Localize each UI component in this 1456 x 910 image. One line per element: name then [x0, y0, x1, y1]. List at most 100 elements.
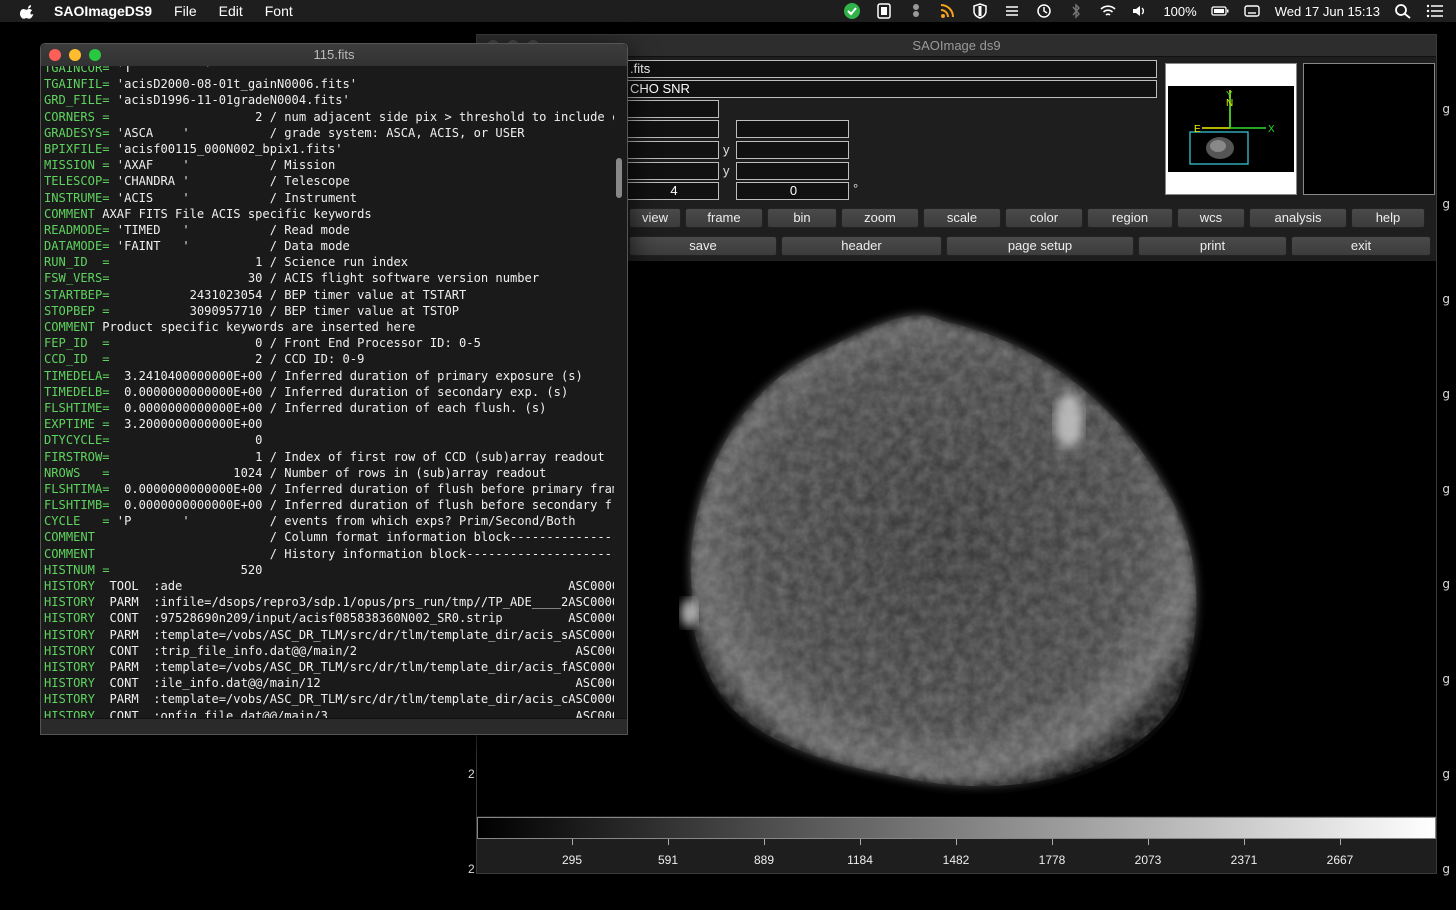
panner-label-n: N: [1226, 98, 1233, 109]
exit-button[interactable]: exit: [1291, 236, 1431, 256]
colorbar-tick-label: 295: [561, 853, 583, 867]
fits-header-line: FLSHTIME= 0.0000000000000E+00 / Inferred…: [44, 400, 614, 416]
fits-header-line: GRADESYS= 'ASCA ' / grade system: ASCA, …: [44, 125, 614, 141]
shield-icon[interactable]: [971, 3, 989, 19]
menu-edit[interactable]: Edit: [219, 3, 243, 19]
apple-icon[interactable]: [20, 3, 36, 19]
wcs-button[interactable]: wcs: [1177, 208, 1245, 228]
scrollbar-thumb[interactable]: [616, 158, 622, 198]
fits-header-window: 115.fits TGAINCOR= 'T ' TGAINFIL= 'acisD2…: [40, 43, 628, 735]
fits-titlebar[interactable]: 115.fits: [41, 44, 627, 66]
horizontal-scrollbar[interactable]: [41, 718, 627, 734]
notes-icon[interactable]: [875, 3, 893, 19]
zoom-icon[interactable]: [89, 49, 101, 61]
fits-header-line: INSTRUME= 'ACIS ' / Instrument: [44, 190, 614, 206]
fits-header-line: HISTORY PARM :infile=/dsops/repro3/sdp.1…: [44, 594, 614, 610]
header-button[interactable]: header: [781, 236, 942, 256]
fits-value: 'TIMED ' / Read mode: [109, 222, 350, 237]
tools-icon[interactable]: [1003, 3, 1021, 19]
menu-bar: SAOImageDS9 File Edit Font 100% Wed 17 J…: [0, 0, 1456, 22]
fits-keyword: FIRSTROW=: [44, 449, 110, 464]
fits-value: 1024 / Number of rows in (sub)array read…: [109, 465, 547, 480]
fits-header-text[interactable]: TGAINCOR= 'T ' TGAINFIL= 'acisD2000-08-01…: [44, 66, 614, 718]
ds9-title: SAOImage ds9: [912, 38, 1001, 53]
bg-glyph: g: [1442, 767, 1450, 781]
help-button[interactable]: help: [1351, 208, 1425, 228]
fits-keyword: FLSHTIMB=: [44, 498, 110, 513]
fits-header-line: HISTORY PARM :template=/vobs/ASC_DR_TLM/…: [44, 627, 614, 643]
frame-button[interactable]: frame: [685, 208, 763, 228]
wifi-icon[interactable]: [1099, 3, 1117, 19]
rss-icon[interactable]: [939, 3, 957, 19]
minimize-icon[interactable]: [69, 49, 81, 61]
degree-symbol: °: [853, 181, 859, 196]
save-button[interactable]: save: [629, 236, 777, 256]
app-menu-name[interactable]: SAOImageDS9: [54, 3, 152, 19]
colorbar-tick-label: 889: [753, 853, 775, 867]
bluetooth-icon[interactable]: [1067, 3, 1085, 19]
control-center-icon[interactable]: [1426, 3, 1444, 19]
scale-button[interactable]: scale: [923, 208, 1001, 228]
bin-button[interactable]: bin: [767, 208, 837, 228]
analysis-button[interactable]: analysis: [1249, 208, 1347, 228]
region-button[interactable]: region: [1087, 208, 1173, 228]
y-label: y: [723, 142, 730, 157]
view-button[interactable]: view: [629, 208, 681, 228]
bg-glyph: g: [1442, 387, 1450, 401]
volume-icon[interactable]: [1131, 3, 1149, 19]
wcs-alt-field: [736, 120, 849, 138]
menu-font[interactable]: Font: [265, 3, 293, 19]
colorbar-tick-label: 2371: [1230, 853, 1258, 867]
value-field: [627, 100, 719, 118]
fits-header-line: HISTORY CONT :ile_info.dat@@/main/12 ASC…: [44, 675, 614, 691]
clock[interactable]: Wed 17 Jun 15:13: [1275, 4, 1380, 19]
fits-header-line: CYCLE = 'P ' / events from which exps? P…: [44, 513, 614, 529]
fits-keyword: EXPTIME =: [44, 417, 110, 432]
fits-value: Product specific keywords are inserted h…: [94, 320, 416, 334]
fits-keyword: HISTORY: [44, 611, 95, 626]
fits-header-line: HISTORY CONT :onfig_file.dat@@/main/3 AS…: [44, 708, 614, 719]
panner[interactable]: Y N E X: [1165, 63, 1297, 195]
fits-keyword: COMMENT: [44, 546, 95, 561]
colorbar-scale: 295 591 889 1184 1482 1778 2073 2371 266…: [477, 839, 1436, 873]
check-circle-icon[interactable]: [843, 3, 861, 19]
zoom-button[interactable]: zoom: [841, 208, 919, 228]
fits-header-line: DTYCYCLE= 0: [44, 432, 614, 448]
fits-keyword: COMMENT: [44, 530, 95, 545]
fits-value: PARM :template=/vobs/ASC_DR_TLM/src/dr/t…: [94, 627, 614, 642]
close-icon[interactable]: [49, 49, 61, 61]
keyboard-icon[interactable]: [1243, 3, 1261, 19]
fits-value: TOOL :ade ASC00001: [94, 579, 614, 593]
fits-value: AXAF FITS File ACIS specific keywords: [94, 206, 372, 221]
fits-value: 520: [109, 562, 263, 577]
fits-keyword: HISTORY: [44, 692, 95, 707]
time-machine-icon[interactable]: [1035, 3, 1053, 19]
color-button[interactable]: color: [1005, 208, 1083, 228]
fits-keyword: GRADESYS=: [44, 125, 110, 140]
menu-file[interactable]: File: [174, 3, 197, 19]
colorbar-tick-label: 1184: [847, 853, 873, 867]
battery-icon[interactable]: [1211, 3, 1229, 19]
fits-keyword: TIMEDELB=: [44, 384, 110, 399]
fits-value: 'AXAF ' / Mission: [109, 158, 336, 173]
fits-header-line: HISTNUM = 520: [44, 562, 614, 578]
fits-header-line: TGAINCOR= 'T ': [44, 66, 614, 76]
magnifier: [1303, 63, 1435, 195]
fits-value: 1 / Science run index: [109, 255, 409, 270]
print-button[interactable]: print: [1138, 236, 1287, 256]
fits-value: 0.0000000000000E+00 / Inferred duration …: [109, 384, 569, 399]
fits-keyword: INSTRUME=: [44, 190, 110, 205]
bluetooth-app-icon[interactable]: [907, 3, 925, 19]
fits-value: 2 / num adjacent side pix > threshold to…: [109, 109, 614, 124]
fits-keyword: HISTORY: [44, 708, 95, 719]
fits-keyword: HISTORY: [44, 579, 95, 593]
fits-header-line: STOPBEP = 3090957710 / BEP timer value a…: [44, 303, 614, 319]
search-icon[interactable]: [1394, 3, 1412, 19]
panner-label-x: X: [1268, 124, 1275, 135]
page-setup-button[interactable]: page setup: [946, 236, 1134, 256]
colorbar[interactable]: [477, 817, 1436, 839]
fits-value: / Column format information block-------…: [94, 530, 614, 545]
fits-header-line: NROWS = 1024 / Number of rows in (sub)ar…: [44, 465, 614, 481]
fits-keyword: STARTBEP=: [44, 287, 110, 302]
vertical-scrollbar[interactable]: [614, 68, 624, 716]
